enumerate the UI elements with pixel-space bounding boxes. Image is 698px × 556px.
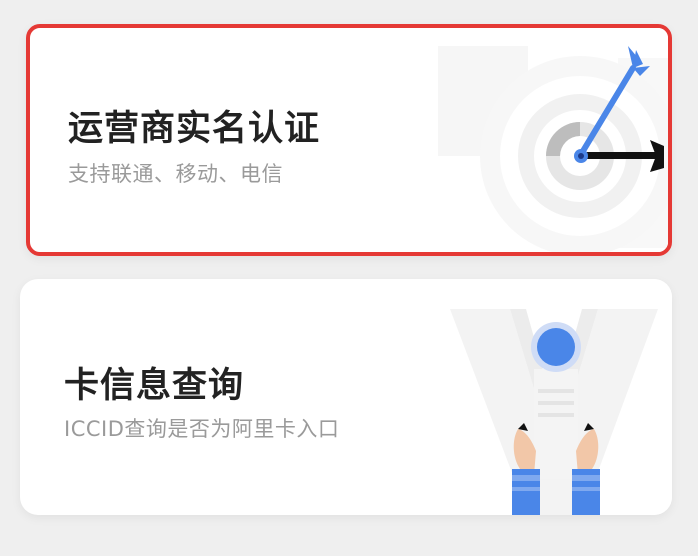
target-arrow-icon [428,28,668,252]
card-subtitle: ICCID查询是否为阿里卡入口 [64,417,340,441]
card-title: 运营商实名认证 [68,109,321,149]
hands-holding-card-icon [432,279,672,515]
card-subtitle: 支持联通、移动、电信 [68,162,283,186]
card-info-query-card[interactable]: 卡信息查询 ICCID查询是否为阿里卡入口 [20,279,672,515]
card-title: 卡信息查询 [64,366,245,406]
real-name-auth-card[interactable]: 运营商实名认证 支持联通、移动、电信 [26,24,672,256]
service-card-list: 运营商实名认证 支持联通、移动、电信 卡信息查询 ICCID查询是否为阿里卡入口 [0,0,698,556]
